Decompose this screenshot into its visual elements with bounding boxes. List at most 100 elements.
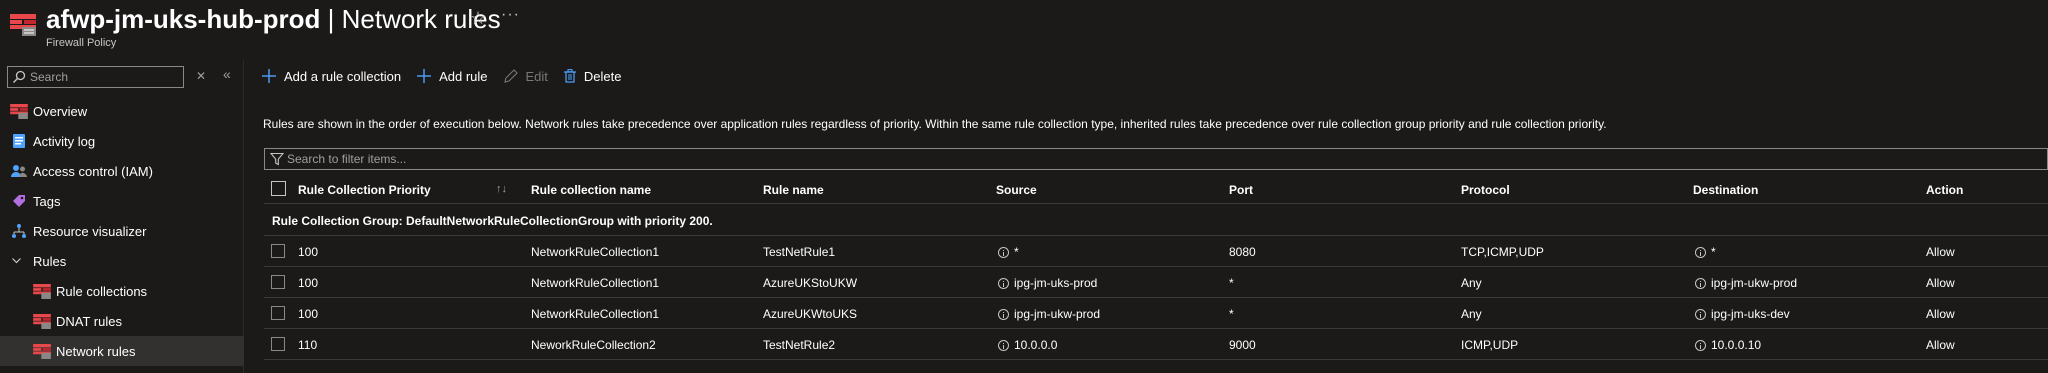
cell-action: Allow (1926, 276, 1955, 290)
page-title: afwp-jm-uks-hub-prod | Network rules (46, 4, 501, 35)
filter-input[interactable] (287, 149, 887, 169)
plus-icon (417, 69, 432, 83)
destination-value: ipg-jm-ukw-prod (1711, 276, 1798, 290)
ellipsis-icon[interactable]: ··· (501, 6, 520, 24)
column-header-action[interactable]: Action (1926, 183, 1963, 197)
cell-priority: 110 (298, 338, 318, 352)
row-checkbox[interactable] (271, 306, 285, 320)
group-label: Rule Collection Group: DefaultNetworkRul… (272, 214, 713, 228)
clear-search-icon[interactable]: ✕ (196, 69, 206, 83)
cell-action: Allow (1926, 245, 1955, 259)
star-icon[interactable]: ☆ (470, 8, 486, 29)
column-header-collection-name[interactable]: Rule collection name (531, 183, 651, 197)
sidebar-item-resource-visualizer[interactable]: Resource visualizer (0, 216, 244, 246)
column-header-rule-name[interactable]: Rule name (763, 183, 824, 197)
filter-box[interactable] (264, 148, 2048, 170)
info-icon[interactable] (1695, 308, 1706, 320)
row-checkbox[interactable] (271, 244, 285, 258)
table-row[interactable]: 100 NetworkRuleCollection1 TestNetRule1 … (264, 236, 2048, 267)
row-checkbox[interactable] (271, 275, 285, 289)
cell-destination: * (1695, 245, 1716, 259)
sidebar-item-dnat-rules[interactable]: DNAT rules (0, 306, 244, 336)
cell-collection-name: NetworkRuleCollection1 (531, 276, 660, 290)
menu-search-input[interactable] (30, 67, 180, 87)
plus-icon (262, 69, 276, 83)
cell-collection-name: NetworkRuleCollection1 (531, 245, 660, 259)
info-icon[interactable] (998, 339, 1009, 351)
add-rule-label: Add rule (439, 68, 488, 84)
collapse-menu-icon[interactable]: « (223, 66, 231, 82)
resource-name: afwp-jm-uks-hub-prod (46, 4, 321, 34)
sidebar-item-label: Tags (33, 193, 61, 209)
info-icon[interactable] (998, 308, 1009, 320)
destination-value: ipg-jm-uks-dev (1711, 307, 1790, 321)
rules-info-text: Rules are shown in the order of executio… (263, 117, 1607, 131)
cell-priority: 100 (298, 245, 319, 259)
cell-rule-name: AzureUKWtoUKS (763, 307, 858, 321)
rule-collection-group-row: Rule Collection Group: DefaultNetworkRul… (264, 205, 2048, 236)
info-icon[interactable] (1695, 246, 1706, 258)
sidebar-item-network-rules[interactable]: Network rules (0, 336, 244, 366)
add-rule-collection-button[interactable]: Add a rule collection (262, 69, 401, 84)
table-row[interactable]: 100 NetworkRuleCollection1 AzureUKStoUKW… (264, 267, 2048, 298)
cell-source: ipg-jm-uks-prod (998, 276, 1097, 290)
cell-action: Allow (1926, 307, 1955, 321)
table-row[interactable]: 100 NetworkRuleCollection1 AzureUKWtoUKS… (264, 298, 2048, 329)
sidebar-item-label: Resource visualizer (33, 223, 147, 239)
edit-label: Edit (525, 68, 548, 84)
cell-protocol: Any (1461, 307, 1482, 321)
tag-icon (10, 192, 28, 210)
firewall-policy-icon (33, 312, 51, 330)
source-value: ipg-jm-uks-prod (1014, 276, 1098, 290)
sidebar-item-activity-log[interactable]: Activity log (0, 126, 244, 156)
title-separator: | (327, 4, 335, 34)
column-header-port[interactable]: Port (1229, 183, 1253, 197)
sidebar-item-access-control[interactable]: Access control (IAM) (0, 156, 244, 186)
firewall-policy-icon (33, 282, 51, 300)
row-checkbox[interactable] (271, 337, 285, 351)
menu-search-box[interactable] (7, 66, 184, 88)
sidebar-item-label: Rules (33, 253, 67, 269)
resource-menu: ✕ « Overview Activity log Access control… (0, 60, 244, 373)
cell-rule-name: TestNetRule2 (763, 338, 836, 352)
cell-destination: ipg-jm-uks-dev (1695, 307, 1790, 321)
sidebar-item-label: Access control (IAM) (33, 163, 153, 179)
column-header-priority[interactable]: Rule Collection Priority (298, 183, 431, 197)
table-row[interactable]: 110 NeworkRuleCollection2 TestNetRule2 1… (264, 329, 2048, 360)
column-header-source[interactable]: Source (996, 183, 1037, 197)
delete-button[interactable]: Delete (563, 68, 622, 84)
page-header: afwp-jm-uks-hub-prod | Network rules Fir… (0, 0, 2048, 60)
delete-label: Delete (583, 68, 622, 84)
column-header-protocol[interactable]: Protocol (1461, 183, 1510, 197)
sidebar-item-tags[interactable]: Tags (0, 186, 244, 216)
sort-arrows-icon[interactable]: ↑↓ (496, 183, 507, 195)
cell-priority: 100 (298, 307, 319, 321)
info-icon[interactable] (998, 246, 1009, 258)
pencil-icon (503, 69, 518, 83)
cell-destination: ipg-jm-ukw-prod (1695, 276, 1797, 290)
source-value: * (1014, 245, 1019, 259)
sidebar-item-label: Overview (33, 103, 88, 119)
select-all-checkbox[interactable] (271, 181, 286, 196)
cell-protocol: ICMP,UDP (1461, 338, 1519, 352)
add-rule-collection-label: Add a rule collection (284, 68, 402, 84)
sidebar-item-overview[interactable]: Overview (0, 96, 244, 126)
sidebar-item-label: DNAT rules (56, 313, 122, 329)
cell-collection-name: NetworkRuleCollection1 (531, 307, 660, 321)
table-header: Rule Collection Priority ↑↓ Rule collect… (264, 174, 2048, 204)
cell-port: * (1229, 276, 1234, 290)
column-header-destination[interactable]: Destination (1693, 183, 1758, 197)
sidebar-group-rules[interactable]: Rules (0, 246, 244, 276)
sidebar-item-rule-collections[interactable]: Rule collections (0, 276, 244, 306)
command-bar: Add a rule collection Add rule Edit Dele… (262, 64, 637, 88)
sidebar-item-label: Network rules (56, 343, 136, 359)
info-icon[interactable] (1695, 339, 1706, 351)
info-icon[interactable] (1695, 277, 1706, 289)
edit-button[interactable]: Edit (503, 68, 548, 84)
info-icon[interactable] (998, 277, 1009, 289)
cell-source: ipg-jm-ukw-prod (998, 307, 1100, 321)
sidebar-item-label: Activity log (33, 133, 96, 149)
filter-icon (270, 152, 284, 166)
add-rule-button[interactable]: Add rule (417, 68, 488, 84)
firewall-policy-icon (33, 342, 51, 360)
